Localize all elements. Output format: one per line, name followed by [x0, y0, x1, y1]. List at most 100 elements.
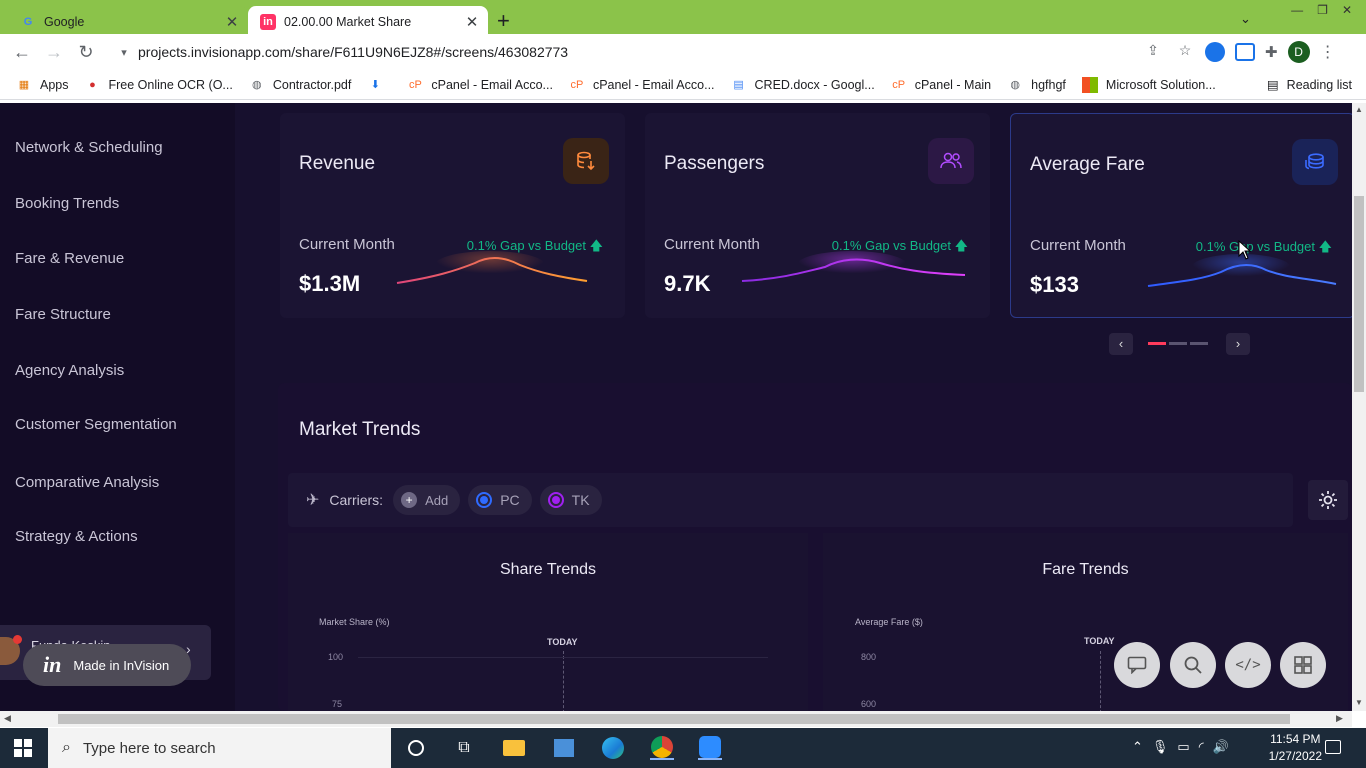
notification-icon[interactable]	[1325, 740, 1341, 754]
sidebar-item-fare-structure[interactable]: Fare Structure	[15, 306, 111, 323]
camera-extension-icon[interactable]	[1235, 43, 1255, 61]
bookmark-hgfhgf[interactable]: ◍ hgfhgf	[1007, 77, 1066, 93]
search-icon: ⌕	[62, 739, 71, 756]
scroll-thumb[interactable]	[58, 714, 1290, 724]
back-icon[interactable]: ←	[6, 42, 38, 63]
extension-icon[interactable]	[1205, 42, 1225, 62]
close-icon[interactable]: ✕	[220, 13, 244, 31]
menu-icon[interactable]: ⋮	[1320, 42, 1336, 62]
scroll-thumb[interactable]	[1354, 196, 1364, 392]
settings-button[interactable]	[1308, 480, 1348, 520]
share-icon[interactable]: ⇪	[1143, 42, 1163, 59]
taskbar-clock[interactable]: 11:54 PM 1/27/2022	[1269, 731, 1322, 765]
page-dot[interactable]	[1169, 342, 1187, 345]
forward-icon[interactable]: →	[38, 42, 70, 63]
chevron-right-icon[interactable]: ›	[1226, 333, 1250, 355]
close-icon[interactable]: ✕	[460, 13, 484, 31]
comment-button[interactable]	[1114, 642, 1160, 688]
carrier-chip-tk[interactable]: TK	[539, 485, 602, 515]
sidebar-item-strategy[interactable]: Strategy & Actions	[15, 528, 138, 545]
google-icon: G	[23, 15, 33, 28]
kpi-card-revenue[interactable]: Revenue Current Month 0.1% Gap vs Budget…	[280, 113, 625, 318]
chart-title: Share Trends	[499, 561, 597, 578]
edge-icon[interactable]	[601, 736, 625, 760]
volume-icon[interactable]: 🔊	[1213, 739, 1229, 755]
sidebar-item-comparative[interactable]: Comparative Analysis	[15, 474, 159, 491]
cortana-icon[interactable]	[404, 736, 428, 760]
minimize-icon[interactable]: —	[1291, 3, 1303, 17]
download-icon: ⬇	[370, 79, 380, 91]
screens-grid-button[interactable]	[1280, 642, 1326, 688]
tab-market-share[interactable]: in 02.00.00 Market Share ✕	[248, 6, 488, 37]
sidebar-item-fare-revenue[interactable]: Fare & Revenue	[15, 250, 124, 267]
lock-icon[interactable]: ▾	[110, 46, 138, 59]
bookmark-cpanel-main[interactable]: cP cPanel - Main	[891, 77, 991, 93]
microphone-icon[interactable]: 🎙	[1152, 739, 1169, 755]
sidebar: Network & Scheduling Booking Trends Fare…	[0, 103, 235, 711]
kpi-title: Revenue	[299, 153, 376, 174]
chrome-icon[interactable]	[650, 736, 674, 760]
inspect-code-button[interactable]: </>	[1225, 642, 1271, 688]
sidebar-item-agency[interactable]: Agency Analysis	[15, 362, 124, 379]
wifi-icon[interactable]: ◜	[1199, 739, 1204, 755]
kpi-title: Average Fare	[1030, 154, 1145, 175]
puzzle-icon[interactable]: ✚	[1265, 43, 1278, 61]
vertical-scrollbar[interactable]: ▲ ▼	[1352, 103, 1366, 711]
docs-icon: ▤	[733, 79, 744, 91]
star-icon[interactable]: ☆	[1175, 42, 1195, 59]
y-axis-label: Average Fare ($)	[855, 617, 923, 627]
windows-start-icon[interactable]	[14, 739, 32, 757]
search-button[interactable]	[1170, 642, 1216, 688]
url-field[interactable]: ▾ projects.invisionapp.com/share/F611U9N…	[110, 37, 1195, 67]
carrier-chip-pc[interactable]: PC	[468, 485, 532, 515]
invision-icon: in	[260, 13, 276, 30]
kpi-card-average-fare[interactable]: Average Fare Current Month 0.1% Gap vs B…	[1010, 113, 1352, 318]
chevron-down-icon[interactable]: ⌄	[1240, 11, 1251, 27]
kpi-card-passengers[interactable]: Passengers Current Month 0.1% Gap vs Bud…	[645, 113, 990, 318]
scroll-up-icon[interactable]: ▲	[1355, 105, 1363, 114]
add-carrier-button[interactable]: + Add	[393, 485, 461, 515]
sidebar-item-booking[interactable]: Booking Trends	[15, 195, 119, 212]
microsoft-icon	[1081, 76, 1098, 93]
horizontal-scrollbar[interactable]: ◀ ▶	[0, 711, 1352, 727]
carrier-filter-bar: ✈ Carriers: + Add PC TK	[288, 473, 1293, 527]
profile-avatar[interactable]: D	[1287, 41, 1310, 63]
today-marker-label: TODAY	[547, 637, 578, 647]
gridline	[358, 657, 768, 658]
scroll-down-icon[interactable]: ▼	[1355, 698, 1363, 707]
bookmark-contractor[interactable]: ◍ Contractor.pdf	[249, 77, 351, 93]
scroll-right-icon[interactable]: ▶	[1336, 713, 1343, 724]
main-content: Revenue Current Month 0.1% Gap vs Budget…	[235, 103, 1352, 711]
maximize-icon[interactable]: ❐	[1317, 3, 1328, 17]
tab-google[interactable]: G Google ✕	[8, 6, 248, 37]
close-window-icon[interactable]: ✕	[1342, 3, 1352, 17]
page-dot[interactable]	[1190, 342, 1208, 345]
cpanel-icon: cP	[408, 78, 422, 91]
bookmark-apps[interactable]: ▦ Apps	[16, 77, 69, 93]
new-tab-button[interactable]: +	[497, 8, 510, 34]
task-view-icon[interactable]: ⧉	[452, 736, 476, 760]
code-icon: </>	[1235, 657, 1261, 673]
battery-icon[interactable]: ▭	[1177, 739, 1189, 755]
page-dot-active[interactable]	[1148, 342, 1166, 345]
chevron-up-icon[interactable]: ⌃	[1132, 739, 1143, 755]
reading-list[interactable]: ▤ Reading list	[1267, 77, 1352, 93]
bookmark-cpanel-1[interactable]: cP cPanel - Email Acco...	[407, 77, 553, 93]
scroll-left-icon[interactable]: ◀	[4, 713, 11, 724]
reload-icon[interactable]: ↻	[70, 42, 102, 63]
sidebar-item-network[interactable]: Network & Scheduling	[15, 139, 163, 156]
chevron-left-icon[interactable]: ‹	[1109, 333, 1133, 355]
bookmark-cred[interactable]: ▤ CRED.docx - Googl...	[731, 77, 874, 93]
made-in-invision-badge[interactable]: in Made in InVision	[23, 644, 191, 686]
sidebar-item-customer[interactable]: Customer Segmentation	[15, 416, 177, 433]
bookmark-microsoft[interactable]: Microsoft Solution...	[1081, 76, 1216, 93]
bookmark-cpanel-2[interactable]: cP cPanel - Email Acco...	[569, 77, 715, 93]
airplane-takeoff-icon: ✈	[306, 492, 320, 509]
taskbar-search-box[interactable]: ⌕ Type here to search	[48, 728, 391, 768]
app-icon[interactable]	[552, 736, 576, 760]
bookmark-download[interactable]: ⬇	[367, 77, 391, 93]
comment-icon	[1127, 656, 1147, 674]
bookmark-ocr[interactable]: ● Free Online OCR (O...	[85, 77, 233, 93]
file-explorer-icon[interactable]	[502, 736, 526, 760]
zoom-icon[interactable]	[698, 736, 722, 760]
